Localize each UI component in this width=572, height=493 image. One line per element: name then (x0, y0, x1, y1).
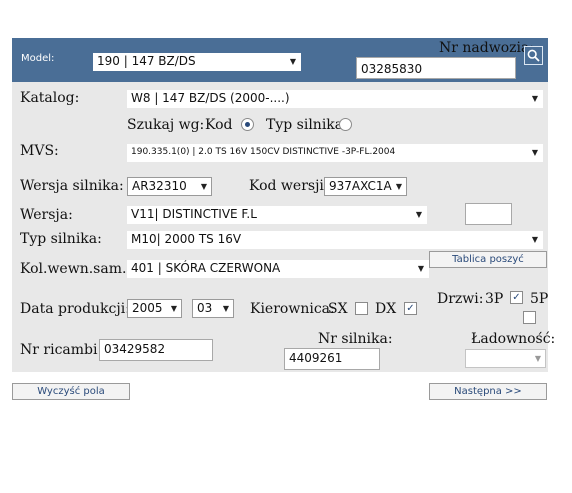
clear-button[interactable]: Wyczyść pola (12, 383, 130, 400)
production-month-value: 03 (197, 301, 213, 315)
engine-number-label: Nr silnika: (318, 331, 393, 347)
interior-color-value: 401 | SKÓRA CZERWONA (131, 261, 281, 275)
chevron-down-icon: ▼ (222, 304, 229, 313)
interior-color-label: Kol.wewn.sam.: (20, 261, 132, 277)
engine-type-select[interactable]: M10| 2000 TS 16V ▼ (127, 231, 543, 249)
engine-version-select[interactable]: AR32310 ▼ (127, 177, 212, 196)
doors-label: Drzwi: (437, 291, 484, 307)
production-date-label: Data produkcji: (20, 301, 130, 317)
next-button[interactable]: Następna >> (429, 383, 547, 400)
check-icon: ✓ (512, 292, 521, 303)
doors-5p-label: 5P (530, 291, 549, 307)
capacity-select[interactable]: ▼ (465, 349, 546, 368)
production-month-select[interactable]: 03 ▼ (192, 299, 234, 318)
chevron-down-icon: ▼ (531, 94, 538, 103)
steering-dx-checkbox[interactable]: ✓ (404, 302, 417, 315)
doors-3p-label: 3P (485, 291, 504, 307)
chevron-down-icon: ▼ (417, 264, 424, 273)
chevron-down-icon: ▼ (531, 148, 538, 157)
chassis-input[interactable]: 03285830 (356, 57, 516, 79)
interior-color-select[interactable]: 401 | SKÓRA CZERWONA ▼ (127, 260, 429, 278)
doors-3p-checkbox[interactable]: ✓ (510, 291, 523, 304)
production-year-select[interactable]: 2005 ▼ (127, 299, 182, 318)
engine-type-value: M10| 2000 TS 16V (131, 232, 242, 246)
spare-number-input[interactable]: 03429582 (99, 339, 213, 361)
engine-number-value: 4409261 (289, 351, 343, 365)
chevron-down-icon: ▼ (395, 182, 402, 191)
steering-sx-label: SX (328, 301, 348, 317)
production-year-value: 2005 (132, 301, 163, 315)
doors-5p-checkbox[interactable] (523, 311, 536, 324)
mvs-select[interactable]: 190.335.1(0) | 2.0 TS 16V 150CV DISTINCT… (127, 144, 543, 162)
model-select[interactable]: 190 | 147 BZ/DS ▼ (93, 53, 301, 71)
chevron-down-icon: ▼ (531, 235, 538, 244)
spare-number-value: 03429582 (104, 342, 166, 356)
search-button[interactable] (524, 46, 543, 65)
chevron-down-icon: ▼ (200, 182, 207, 191)
katalog-value: W8 | 147 BZ/DS (2000-....) (131, 91, 290, 105)
wersja-label: Wersja: (20, 207, 73, 223)
chevron-down-icon: ▼ (289, 57, 296, 66)
wersja-value: V11| DISTINCTIVE F.L (131, 207, 257, 221)
search-by-engine-radio[interactable] (339, 118, 352, 131)
search-by-engine-label: Typ silnika (266, 117, 344, 133)
wersja-select[interactable]: V11| DISTINCTIVE F.L ▼ (127, 206, 427, 224)
table-button[interactable]: Tablica poszyć (429, 251, 547, 268)
model-label: Model: (21, 53, 55, 64)
steering-dx-label: DX (375, 301, 397, 317)
check-icon: ✓ (406, 303, 415, 314)
chevron-down-icon: ▼ (170, 304, 177, 313)
chevron-down-icon: ▼ (415, 210, 422, 219)
mvs-label: MVS: (20, 143, 59, 159)
spare-number-label: Nr ricambi: (20, 342, 103, 358)
version-code-value: 937AXC1A (329, 179, 392, 193)
chassis-value: 03285830 (361, 62, 423, 76)
search-by-label: Szukaj wg: (127, 117, 205, 133)
wersja-extra-input[interactable] (465, 203, 512, 225)
search-icon (527, 49, 540, 62)
engine-version-label: Wersja silnika: (20, 178, 124, 194)
chassis-label: Nr nadwozia: (439, 40, 535, 56)
version-code-select[interactable]: 937AXC1A ▼ (324, 177, 407, 196)
chevron-down-icon: ▼ (534, 354, 541, 363)
capacity-label: Ładowność: (471, 331, 556, 347)
model-value: 190 | 147 BZ/DS (97, 54, 196, 68)
engine-type-label: Typ silnika: (20, 231, 102, 247)
steering-sx-checkbox[interactable] (355, 302, 368, 315)
search-by-code-label: Kod (205, 117, 233, 133)
katalog-label: Katalog: (20, 90, 80, 106)
katalog-select[interactable]: W8 | 147 BZ/DS (2000-....) ▼ (127, 90, 543, 108)
engine-version-value: AR32310 (132, 179, 187, 193)
mvs-value: 190.335.1(0) | 2.0 TS 16V 150CV DISTINCT… (131, 147, 396, 157)
steering-label: Kierownica: (250, 301, 335, 317)
search-by-code-radio[interactable] (241, 118, 254, 131)
engine-number-input[interactable]: 4409261 (284, 348, 380, 370)
version-code-label: Kod wersji: (249, 178, 329, 194)
